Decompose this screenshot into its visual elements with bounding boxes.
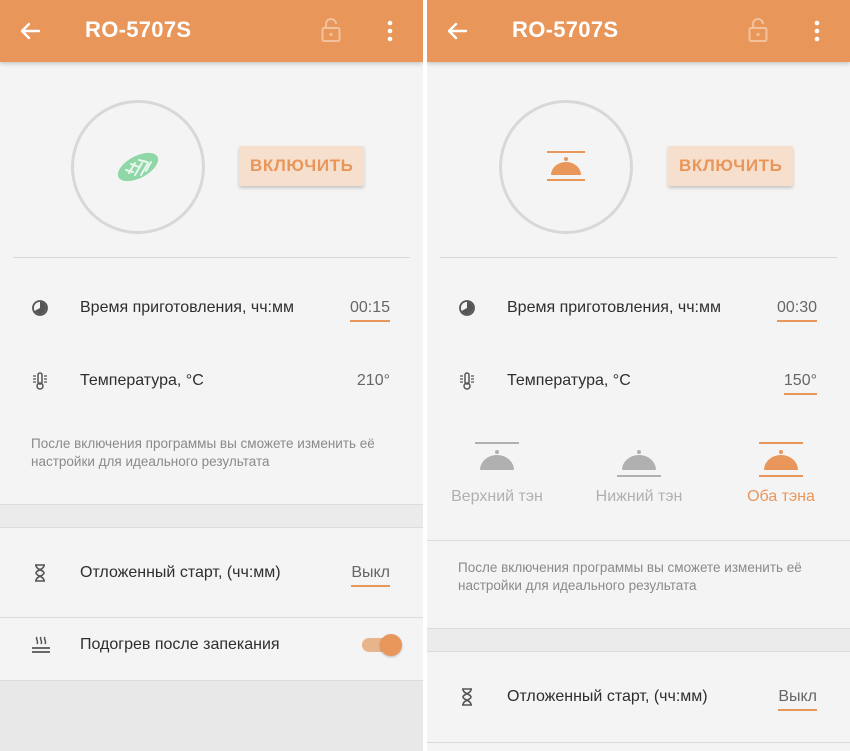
keep-warm-label: Подогрев после запекания — [80, 636, 280, 653]
heater-option-top[interactable]: Верхний тэн — [432, 438, 562, 518]
divider — [0, 527, 423, 528]
heater-option-label: Верхний тэн — [451, 488, 543, 505]
temperature-value[interactable]: 210° — [357, 372, 390, 390]
left-screen: RO-5707S ВКЛЮЧИТЬ Время приготовления, ч… — [0, 0, 423, 751]
device-title: RO-5707S — [85, 17, 192, 42]
turn-on-button[interactable]: ВКЛЮЧИТЬ — [239, 146, 365, 186]
divider — [0, 617, 423, 618]
cook-time-value[interactable]: 00:15 — [349, 299, 390, 322]
keep-warm-icon — [32, 636, 50, 653]
both-heaters-icon — [547, 151, 585, 181]
bread-icon — [117, 152, 159, 182]
divider — [427, 742, 850, 743]
divider — [427, 540, 850, 541]
timer-icon — [459, 300, 475, 316]
more-menu-icon[interactable] — [380, 16, 400, 46]
cook-time-label: Время приготовления, чч:мм — [80, 299, 294, 316]
app-bar: RO-5707S — [0, 0, 423, 62]
cook-time-value[interactable]: 00:30 — [776, 299, 817, 322]
divider — [13, 257, 410, 258]
unlock-icon[interactable] — [316, 15, 346, 45]
heater-option-bottom[interactable]: Нижний тэн — [574, 438, 704, 518]
delayed-start-label: Отложенный старт, (чч:мм) — [80, 564, 281, 581]
settings-hint: После включения программы вы сможете изм… — [31, 436, 375, 469]
top-heater-icon — [475, 442, 519, 470]
empty-area — [0, 681, 423, 751]
right-screen: RO-5707S ВКЛЮЧИТЬ Время приготовления, ч… — [427, 0, 850, 751]
hourglass-icon — [35, 564, 45, 582]
temperature-label: Температура, °C — [507, 372, 631, 389]
more-menu-icon[interactable] — [807, 16, 827, 46]
turn-on-button[interactable]: ВКЛЮЧИТЬ — [668, 146, 794, 186]
keep-warm-toggle[interactable] — [362, 634, 404, 656]
mode-circle[interactable] — [71, 100, 205, 234]
temperature-label: Температура, °C — [80, 372, 204, 389]
section-gap — [0, 505, 423, 527]
back-arrow-icon[interactable] — [14, 15, 46, 47]
thermometer-icon — [460, 372, 474, 390]
back-arrow-icon[interactable] — [441, 15, 473, 47]
device-title: RO-5707S — [512, 17, 619, 42]
toggle-knob — [380, 634, 402, 656]
hourglass-icon — [462, 688, 472, 706]
both-heaters-icon — [759, 442, 803, 477]
delayed-start-value[interactable]: Выкл — [351, 564, 390, 587]
delayed-start-label: Отложенный старт, (чч:мм) — [507, 688, 708, 705]
temperature-value[interactable]: 150° — [783, 372, 817, 395]
bottom-heater-icon — [617, 450, 661, 477]
app-bar: RO-5707S — [427, 0, 850, 62]
heater-option-label: Оба тэна — [747, 488, 815, 505]
settings-hint: После включения программы вы сможете изм… — [458, 560, 802, 593]
section-gap — [427, 629, 850, 651]
thermometer-icon — [33, 372, 47, 390]
divider — [440, 257, 837, 258]
heater-option-both[interactable]: Оба тэна — [716, 438, 846, 518]
timer-icon — [32, 300, 48, 316]
delayed-start-value[interactable]: Выкл — [778, 688, 817, 711]
mode-circle[interactable] — [499, 100, 633, 234]
divider — [427, 651, 850, 652]
unlock-icon[interactable] — [743, 15, 773, 45]
cook-time-label: Время приготовления, чч:мм — [507, 299, 721, 316]
heater-option-label: Нижний тэн — [595, 488, 683, 505]
